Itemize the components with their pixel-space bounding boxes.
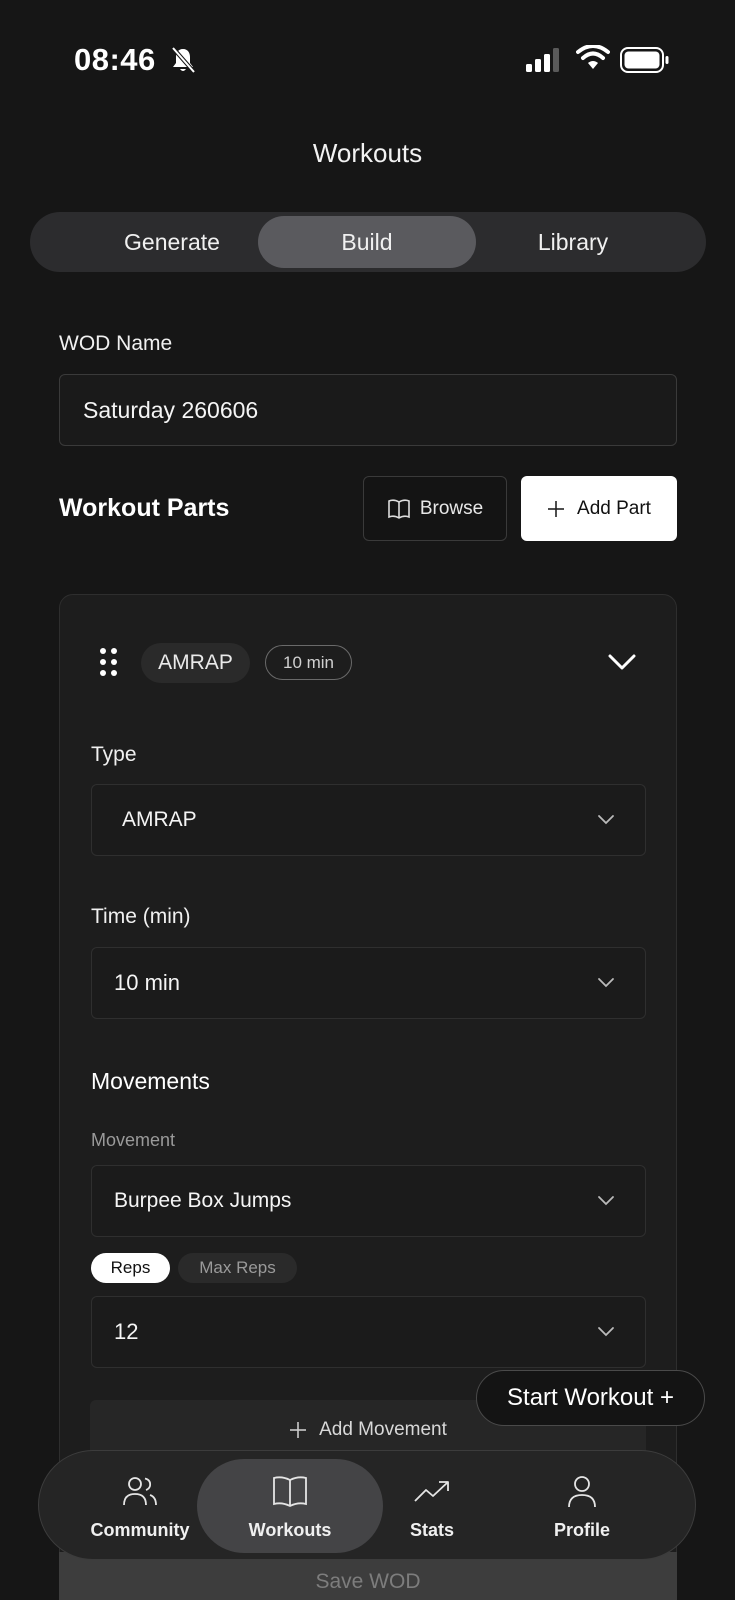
type-label: Type [91,743,137,766]
plus-icon [548,500,565,517]
trending-up-icon [414,1480,449,1502]
plus-icon [290,1422,307,1438]
user-icon [568,1475,596,1507]
bottom-nav: Community Workouts Stats Profile [38,1450,696,1560]
type-select[interactable]: AMRAP [91,784,646,856]
bell-slash-icon [171,46,196,74]
tab-build[interactable]: Build [258,216,476,268]
movement-label: Movement [91,1130,176,1150]
nav-label-community: Community [90,1519,190,1540]
part-time-chip: 10 min [265,645,352,680]
nav-item-profile[interactable]: Profile [489,1459,675,1553]
chevron-down-icon [598,1196,614,1206]
reps-toggle[interactable]: Reps [91,1253,170,1283]
add-movement-label: Add Movement [319,1419,447,1440]
part-type-chip: AMRAP [141,643,250,683]
chevron-down-icon [598,815,614,825]
reps-value: 12 [114,1319,139,1344]
movement-select[interactable]: Burpee Box Jumps [91,1165,646,1237]
wod-name-label: WOD Name [59,332,173,355]
movement-value: Burpee Box Jumps [114,1189,292,1212]
wifi-icon [576,45,610,69]
workout-parts-title: Workout Parts [59,494,230,522]
tab-generate[interactable]: Generate [63,216,281,268]
nav-label-stats: Stats [409,1519,454,1540]
status-bar: 08:46 [0,0,735,110]
start-workout-button[interactable]: Start Workout + [476,1370,705,1426]
browse-button[interactable]: Browse [363,476,507,541]
chevron-down-icon[interactable] [608,653,636,671]
page-title: Workouts [312,138,423,168]
book-icon [273,1475,307,1507]
time-value: 10 min [114,970,181,995]
add-part-label: Add Part [577,497,651,519]
chevron-down-icon [598,978,614,988]
cellular-signal-icon [526,48,559,72]
time-label: Time (min) [91,905,191,928]
tab-library[interactable]: Library [464,216,682,268]
drag-handle-icon[interactable] [99,647,119,679]
battery-icon [620,47,669,73]
max-reps-toggle[interactable]: Max Reps [178,1253,297,1283]
chevron-down-icon [598,1327,614,1337]
browse-label: Browse [419,497,484,519]
reps-select[interactable]: 12 [91,1296,646,1368]
nav-label-profile: Profile [553,1519,610,1540]
type-value: AMRAP [122,808,197,831]
book-open-icon [388,498,410,519]
status-time: 08:46 [74,42,156,77]
add-part-button[interactable]: Add Part [521,476,677,541]
time-select[interactable]: 10 min [91,947,646,1019]
nav-label-workouts: Workouts [248,1519,332,1540]
workout-mode-tabs: Generate Build Library [30,212,706,272]
wod-name-value: Saturday 260606 [83,396,259,423]
wod-name-input[interactable]: Saturday 260606 [59,374,677,446]
users-icon [123,1476,157,1505]
movements-title: Movements [91,1068,210,1094]
